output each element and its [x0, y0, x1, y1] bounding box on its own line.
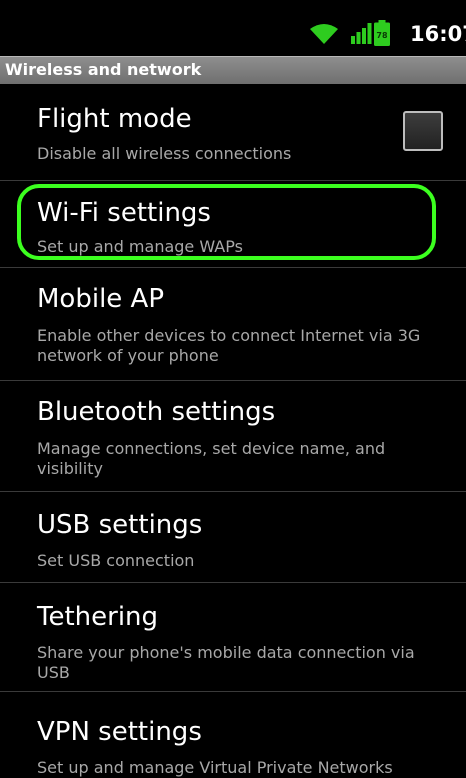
pref-summary: Disable all wireless connections	[37, 144, 292, 163]
status-bar: 78 16:07	[0, 0, 466, 54]
battery-level: 78	[376, 31, 388, 40]
pref-tethering[interactable]: Tethering Share your phone's mobile data…	[0, 583, 466, 691]
pref-title: Tethering	[37, 602, 159, 632]
clock: 16:07	[410, 22, 466, 46]
pref-usb-settings[interactable]: USB settings Set USB connection	[0, 492, 466, 582]
pref-title: Wi-Fi settings	[37, 198, 211, 228]
pref-title: Bluetooth settings	[37, 397, 276, 427]
pref-summary: Set up and manage Virtual Private Networ…	[37, 758, 393, 777]
pref-bluetooth-settings[interactable]: Bluetooth settings Manage connections, s…	[0, 381, 466, 491]
signal-icon	[350, 22, 372, 48]
section-header: Wireless and network	[0, 56, 466, 84]
pref-mobile-ap[interactable]: Mobile AP Enable other devices to connec…	[0, 268, 466, 380]
pref-summary: Enable other devices to connect Internet…	[37, 326, 421, 365]
pref-title: Flight mode	[37, 104, 192, 134]
pref-flight-mode[interactable]: Flight mode Disable all wireless connect…	[0, 84, 466, 180]
wifi-icon	[310, 23, 338, 49]
pref-wifi-settings[interactable]: Wi-Fi settings Set up and manage WAPs	[0, 181, 466, 266]
pref-summary: Manage connections, set device name, and…	[37, 439, 386, 478]
pref-summary: Share your phone's mobile data connectio…	[37, 643, 415, 682]
pref-title: USB settings	[37, 510, 203, 540]
pref-title: Mobile AP	[37, 284, 165, 314]
pref-vpn-settings[interactable]: VPN settings Set up and manage Virtual P…	[0, 692, 466, 777]
pref-summary: Set USB connection	[37, 551, 195, 570]
section-title: Wireless and network	[5, 60, 202, 79]
flight-mode-checkbox[interactable]	[403, 111, 443, 151]
battery-icon: 78	[374, 20, 390, 50]
pref-title: VPN settings	[37, 717, 202, 747]
pref-summary: Set up and manage WAPs	[37, 237, 243, 256]
